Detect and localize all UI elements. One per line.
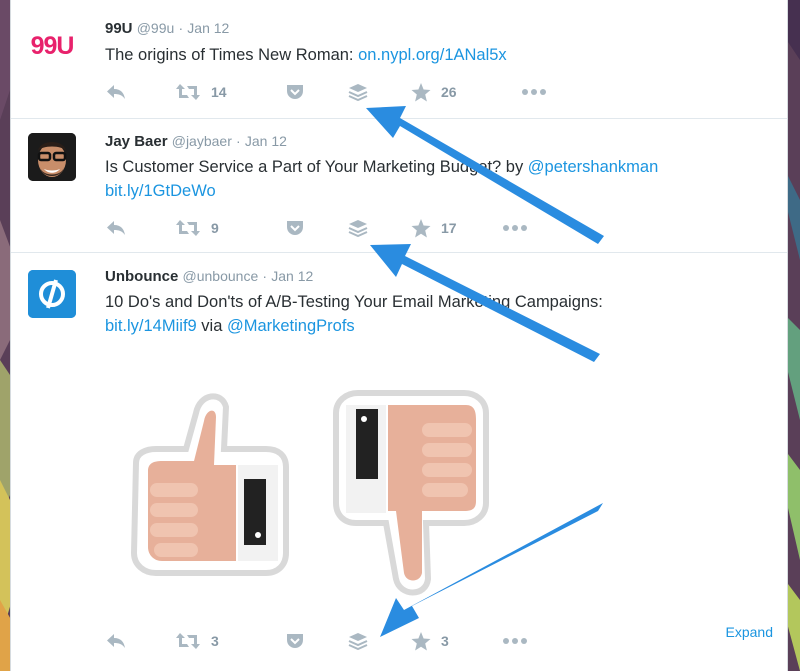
mention-link[interactable]: @petershankman — [528, 158, 659, 176]
retweet-count: 9 — [211, 220, 219, 236]
buffer-icon — [348, 220, 368, 237]
pocket-icon — [287, 85, 303, 99]
more-button[interactable] — [521, 82, 547, 102]
timestamp[interactable]: Jan 12 — [245, 133, 287, 149]
separator: · — [236, 133, 241, 149]
favorite-button[interactable]: 3 — [411, 631, 449, 651]
avatar-logo: 99U — [30, 31, 75, 60]
buffer-icon — [348, 633, 368, 650]
avatar[interactable] — [28, 270, 76, 318]
tweet-header: 99U @99u · Jan 12 — [105, 20, 229, 37]
more-icon — [503, 638, 527, 644]
reply-icon — [107, 634, 125, 648]
buffer-button[interactable] — [348, 82, 368, 102]
tweet-text-body: Is Customer Service a Part of Your Marke… — [105, 158, 528, 176]
handle[interactable]: @unbounce — [183, 268, 259, 284]
more-icon — [503, 225, 527, 231]
unbounce-logo-icon — [28, 270, 76, 318]
tweet-text: 10 Do's and Don'ts of A/B-Testing Your E… — [105, 290, 765, 338]
pocket-icon — [287, 634, 303, 648]
pocket-icon — [287, 221, 303, 235]
reply-button[interactable] — [105, 218, 127, 238]
pocket-button[interactable] — [285, 82, 305, 102]
favorite-count: 26 — [441, 84, 457, 100]
retweet-button[interactable]: 3 — [175, 631, 219, 651]
avatar[interactable]: 99U — [28, 22, 76, 70]
favorite-count: 17 — [441, 220, 457, 236]
more-button[interactable] — [502, 631, 528, 651]
expand-link[interactable]: Expand — [726, 624, 773, 640]
retweet-button[interactable]: 14 — [175, 82, 227, 102]
tweet-actions: 9 17 — [105, 218, 665, 238]
tweet-header: Jay Baer @jaybaer · Jan 12 — [105, 133, 287, 150]
star-icon — [411, 82, 431, 101]
star-icon — [411, 218, 431, 237]
separator: · — [262, 268, 268, 284]
mention-link[interactable]: @MarketingProfs — [227, 317, 355, 335]
tweet-text: Is Customer Service a Part of Your Marke… — [105, 155, 765, 203]
separator: · — [178, 20, 184, 36]
thumbs-down-icon — [333, 390, 489, 596]
buffer-icon — [348, 84, 368, 101]
tweet[interactable]: Jay Baer @jaybaer · Jan 12 Is Customer S… — [11, 119, 787, 253]
reply-button[interactable] — [105, 631, 127, 651]
tweet-text-body: 10 Do's and Don'ts of A/B-Testing Your E… — [105, 293, 603, 311]
tweet-text-body: The origins of Times New Roman: — [105, 46, 359, 64]
tweet[interactable]: Unbounce @unbounce · Jan 12 10 Do's and … — [11, 253, 787, 671]
display-name[interactable]: 99U — [105, 20, 133, 37]
buffer-button[interactable] — [348, 218, 368, 238]
tweet[interactable]: 99U 99U @99u · Jan 12 The origins of Tim… — [11, 0, 787, 119]
tweet-text: The origins of Times New Roman: on.nypl.… — [105, 43, 765, 67]
tweet-media-image[interactable] — [126, 383, 506, 613]
retweet-icon — [176, 84, 200, 100]
avatar[interactable] — [28, 133, 76, 181]
handle[interactable]: @99u — [137, 20, 175, 36]
retweet-icon — [176, 633, 200, 649]
handle[interactable]: @jaybaer — [172, 133, 232, 149]
retweet-count: 3 — [211, 633, 219, 649]
avatar-photo — [28, 133, 76, 181]
reply-button[interactable] — [105, 82, 127, 102]
tweet-actions: 3 3 — [105, 631, 665, 651]
more-button[interactable] — [502, 218, 528, 238]
retweet-count: 14 — [211, 84, 227, 100]
tweet-header: Unbounce @unbounce · Jan 12 — [105, 268, 313, 285]
tweet-link[interactable]: bit.ly/14Miif9 — [105, 317, 197, 335]
retweet-button[interactable]: 9 — [175, 218, 219, 238]
favorite-count: 3 — [441, 633, 449, 649]
display-name[interactable]: Jay Baer — [105, 133, 168, 150]
thumbs-up-icon — [130, 393, 289, 576]
display-name[interactable]: Unbounce — [105, 268, 178, 285]
tweet-link[interactable]: on.nypl.org/1ANal5x — [358, 46, 507, 64]
pocket-button[interactable] — [285, 631, 305, 651]
buffer-button[interactable] — [348, 631, 368, 651]
timestamp[interactable]: Jan 12 — [187, 20, 229, 36]
via-text: via — [196, 317, 227, 335]
pocket-button[interactable] — [285, 218, 305, 238]
favorite-button[interactable]: 17 — [411, 218, 457, 238]
retweet-icon — [176, 220, 200, 236]
reply-icon — [107, 85, 125, 99]
timestamp[interactable]: Jan 12 — [271, 268, 313, 284]
favorite-button[interactable]: 26 — [411, 82, 457, 102]
timeline: 99U 99U @99u · Jan 12 The origins of Tim… — [10, 0, 788, 671]
star-icon — [411, 631, 431, 650]
more-icon — [522, 89, 546, 95]
tweet-link[interactable]: bit.ly/1GtDeWo — [105, 182, 216, 200]
reply-icon — [107, 221, 125, 235]
tweet-actions: 14 26 — [105, 82, 665, 102]
